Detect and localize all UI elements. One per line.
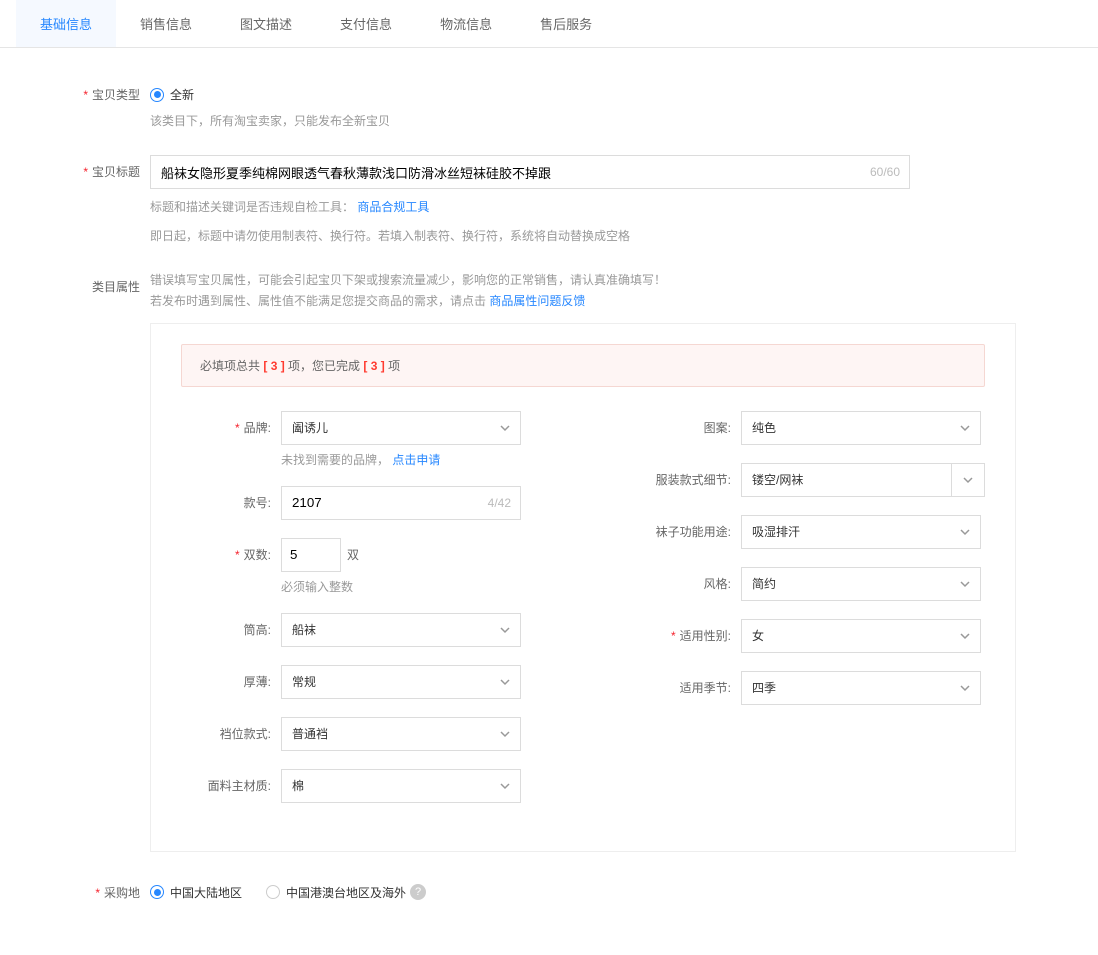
radio-new[interactable]: 全新 <box>150 86 194 103</box>
label-brand: 品牌: <box>181 411 281 436</box>
select-gender[interactable]: 女 <box>741 619 981 653</box>
title-count: 60/60 <box>870 155 900 189</box>
radio-overseas[interactable]: 中国港澳台地区及海外 ? <box>266 884 426 901</box>
category-warn2: 若发布时遇到属性、属性值不能满足您提交商品的需求，请点击 <box>150 294 486 308</box>
tab-payment[interactable]: 支付信息 <box>316 0 416 47</box>
radio-icon <box>150 885 164 899</box>
chevron-down-icon <box>960 579 970 589</box>
tab-sales[interactable]: 销售信息 <box>116 0 216 47</box>
label-gender: 适用性别: <box>641 619 741 644</box>
chevron-down-icon <box>960 683 970 693</box>
brand-apply-link[interactable]: 点击申请 <box>392 453 440 467</box>
radio-icon <box>150 88 164 102</box>
pairs-input[interactable] <box>281 538 341 572</box>
label-material: 面料主材质: <box>181 769 281 794</box>
chevron-down-icon <box>960 423 970 433</box>
pairs-hint: 必须输入整数 <box>281 578 359 595</box>
label-thickness: 厚薄: <box>181 665 281 690</box>
chevron-down-icon <box>960 527 970 537</box>
select-season[interactable]: 四季 <box>741 671 981 705</box>
select-crotch[interactable]: 普通裆 <box>281 717 521 751</box>
tab-richtext[interactable]: 图文描述 <box>216 0 316 47</box>
chevron-down-icon <box>500 781 510 791</box>
title-hint1: 标题和描述关键词是否违规自检工具： <box>150 200 354 214</box>
type-hint: 该类目下，所有淘宝卖家，只能发布全新宝贝 <box>150 111 998 131</box>
compliance-tool-link[interactable]: 商品合规工具 <box>357 200 429 214</box>
title-hint2: 即日起，标题中请勿使用制表符、换行符。若填入制表符、换行符，系统将自动替换成空格 <box>150 226 998 246</box>
required-notice: 必填项总共 [ 3 ] 项，您已完成 [ 3 ] 项 <box>181 344 985 387</box>
brand-hint: 未找到需要的品牌， <box>281 453 389 467</box>
label-style: 风格: <box>641 567 741 592</box>
pairs-unit: 双 <box>347 538 359 572</box>
chevron-down-icon <box>500 729 510 739</box>
tab-bar: 基础信息 销售信息 图文描述 支付信息 物流信息 售后服务 <box>0 0 1098 48</box>
select-thickness[interactable]: 常规 <box>281 665 521 699</box>
select-material[interactable]: 棉 <box>281 769 521 803</box>
label-pattern: 图案: <box>641 411 741 436</box>
radio-icon <box>266 885 280 899</box>
category-warn1: 错误填写宝贝属性，可能会引起宝贝下架或搜索流量减少，影响您的正常销售，请认真准确… <box>150 273 666 287</box>
attr-feedback-link[interactable]: 商品属性问题反馈 <box>489 294 585 308</box>
label-function: 袜子功能用途: <box>641 515 741 540</box>
chevron-down-icon <box>500 625 510 635</box>
label-purchase: 采购地 <box>60 876 150 901</box>
chevron-down-icon <box>500 677 510 687</box>
select-tube[interactable]: 船袜 <box>281 613 521 647</box>
select-brand[interactable]: 阖诱儿 <box>281 411 521 445</box>
chevron-down-icon <box>960 631 970 641</box>
radio-mainland[interactable]: 中国大陆地区 <box>150 884 242 901</box>
style-no-count: 4/42 <box>488 486 511 520</box>
label-product-type: 宝贝类型 <box>60 78 150 103</box>
category-box: 必填项总共 [ 3 ] 项，您已完成 [ 3 ] 项 品牌: 阖诱儿 <box>150 323 1016 852</box>
label-style-no: 款号: <box>181 486 281 511</box>
label-tube: 筒高: <box>181 613 281 638</box>
label-pairs: 双数: <box>181 538 281 563</box>
label-season: 适用季节: <box>641 671 741 696</box>
chevron-down-icon <box>500 423 510 433</box>
title-input[interactable] <box>150 155 910 189</box>
select-detail[interactable]: 镂空/网袜 <box>741 463 985 497</box>
help-icon[interactable]: ? <box>410 884 426 900</box>
chevron-down-icon <box>963 475 973 485</box>
tab-service[interactable]: 售后服务 <box>516 0 616 47</box>
label-crotch: 裆位款式: <box>181 717 281 742</box>
style-no-input[interactable] <box>281 486 521 520</box>
select-detail-dropdown[interactable] <box>951 463 985 497</box>
label-detail: 服装款式细节: <box>641 463 741 488</box>
select-style[interactable]: 简约 <box>741 567 981 601</box>
label-category: 类目属性 <box>60 270 150 295</box>
tab-basic[interactable]: 基础信息 <box>16 0 116 47</box>
tab-logistics[interactable]: 物流信息 <box>416 0 516 47</box>
radio-label: 全新 <box>170 86 194 103</box>
select-function[interactable]: 吸湿排汗 <box>741 515 981 549</box>
select-pattern[interactable]: 纯色 <box>741 411 981 445</box>
label-title: 宝贝标题 <box>60 155 150 180</box>
